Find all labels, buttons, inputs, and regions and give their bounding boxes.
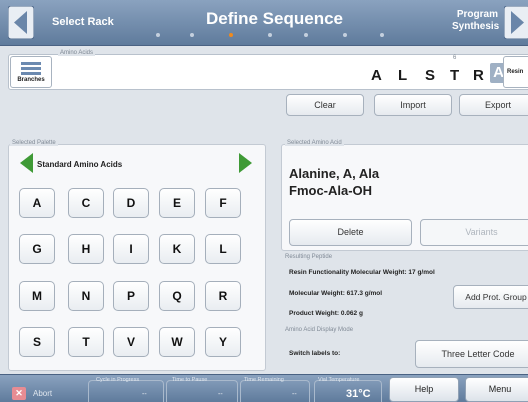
display-mode-group-label: Amino Acid Display Mode: [285, 327, 354, 333]
arrow-left-icon: [20, 153, 33, 173]
step-dot: [190, 33, 194, 37]
sequence-position-number: 6: [453, 55, 457, 61]
cycle-label: Cycle in Progress: [96, 377, 140, 383]
step-dot: [380, 33, 384, 37]
branches-icon: [21, 62, 41, 75]
forward-button[interactable]: [504, 6, 528, 39]
branches-button[interactable]: Branches: [10, 56, 52, 88]
next-step-label[interactable]: Program Synthesis: [452, 9, 500, 33]
cycle-value: --: [142, 391, 147, 398]
cycle-progress-box: [88, 380, 164, 402]
peptide-group-label: Resulting Peptide: [285, 254, 333, 260]
palette-prev-button[interactable]: [19, 152, 34, 179]
prev-step-label[interactable]: Select Rack: [52, 16, 114, 28]
sequence-residue[interactable]: T: [450, 67, 459, 84]
arrow-right-icon: [239, 153, 252, 173]
molecular-weight-text: Molecular Weight: 617.3 g/mol: [289, 290, 383, 297]
amino-acid-key[interactable]: Y: [205, 327, 241, 357]
current-step-title: Define Sequence: [206, 9, 343, 28]
add-prot-group-button[interactable]: Add Prot. Group: [453, 285, 528, 309]
branches-label: Branches: [17, 77, 45, 83]
sequence-residue[interactable]: A: [371, 67, 382, 84]
amino-acid-key[interactable]: Q: [159, 281, 195, 311]
amino-acid-key[interactable]: R: [205, 281, 241, 311]
amino-acid-key[interactable]: C: [68, 188, 104, 218]
amino-acid-key[interactable]: H: [68, 234, 104, 264]
palette-name: Standard Amino Acids: [37, 160, 123, 169]
amino-acid-key[interactable]: G: [19, 234, 55, 264]
selected-aa-group-label: Selected Amino Acid: [285, 140, 344, 146]
step-dot: [268, 33, 272, 37]
amino-acid-key[interactable]: F: [205, 188, 241, 218]
amino-acid-key[interactable]: L: [205, 234, 241, 264]
amino-acid-formula: Fmoc-Ala-OH: [289, 183, 373, 198]
import-button[interactable]: Import: [374, 94, 452, 116]
delete-button[interactable]: Delete: [289, 219, 412, 246]
three-letter-code-button[interactable]: Three Letter Code: [415, 340, 528, 368]
amino-acid-key[interactable]: I: [113, 234, 149, 264]
menu-button[interactable]: Menu: [465, 377, 528, 402]
help-button[interactable]: Help: [389, 377, 459, 402]
step-dot: [304, 33, 308, 37]
pause-label: Time to Pause: [172, 377, 208, 383]
sequence-residue[interactable]: R: [473, 67, 484, 84]
resin-mw-text: Resin Functionality Molecular Weight: 17…: [289, 269, 435, 276]
step-dot: [343, 33, 347, 37]
amino-acid-key[interactable]: W: [159, 327, 195, 357]
temp-value: 31°C: [346, 388, 371, 400]
sequence-residue[interactable]: L: [398, 67, 407, 84]
remaining-value: --: [292, 391, 297, 398]
sequence-residue[interactable]: S: [425, 67, 435, 84]
back-button[interactable]: [8, 6, 34, 39]
abort-icon[interactable]: ✕: [12, 387, 26, 400]
switch-labels-text: Switch labels to:: [289, 350, 341, 357]
palette-group-label: Selected Palette: [10, 140, 58, 146]
arrow-left-icon: [8, 6, 34, 39]
sequence-group-label: Amino Acids: [58, 50, 96, 56]
time-remaining-box: [240, 380, 310, 402]
remaining-label: Time Remaining: [244, 377, 284, 383]
export-button[interactable]: Export: [459, 94, 528, 116]
amino-acid-key[interactable]: V: [113, 327, 149, 357]
amino-acid-key[interactable]: E: [159, 188, 195, 218]
amino-acid-key[interactable]: N: [68, 281, 104, 311]
temp-label: Vial Temperature: [318, 377, 360, 383]
product-weight-text: Product Weight: 0.062 g: [289, 310, 363, 317]
next-step-line1: Program: [456, 9, 498, 20]
variants-button[interactable]: Variants: [420, 219, 528, 246]
step-dot: [156, 33, 160, 37]
time-to-pause-box: [166, 380, 238, 402]
amino-acid-key[interactable]: K: [159, 234, 195, 264]
amino-acid-key[interactable]: P: [113, 281, 149, 311]
pause-value: --: [218, 391, 223, 398]
amino-acid-key[interactable]: A: [19, 188, 55, 218]
palette-next-button[interactable]: [238, 152, 253, 179]
amino-acid-name: Alanine, A, Ala: [289, 166, 380, 181]
clear-button[interactable]: Clear: [286, 94, 364, 116]
resin-button[interactable]: Resin: [503, 56, 528, 88]
amino-acid-key[interactable]: M: [19, 281, 55, 311]
amino-acid-key[interactable]: D: [113, 188, 149, 218]
arrow-right-icon: [504, 6, 528, 39]
next-step-line2: Synthesis: [452, 21, 500, 32]
amino-acid-key[interactable]: T: [68, 327, 104, 357]
abort-label[interactable]: Abort: [33, 389, 52, 398]
amino-acid-key[interactable]: S: [19, 327, 55, 357]
step-dot-active: [229, 33, 233, 37]
